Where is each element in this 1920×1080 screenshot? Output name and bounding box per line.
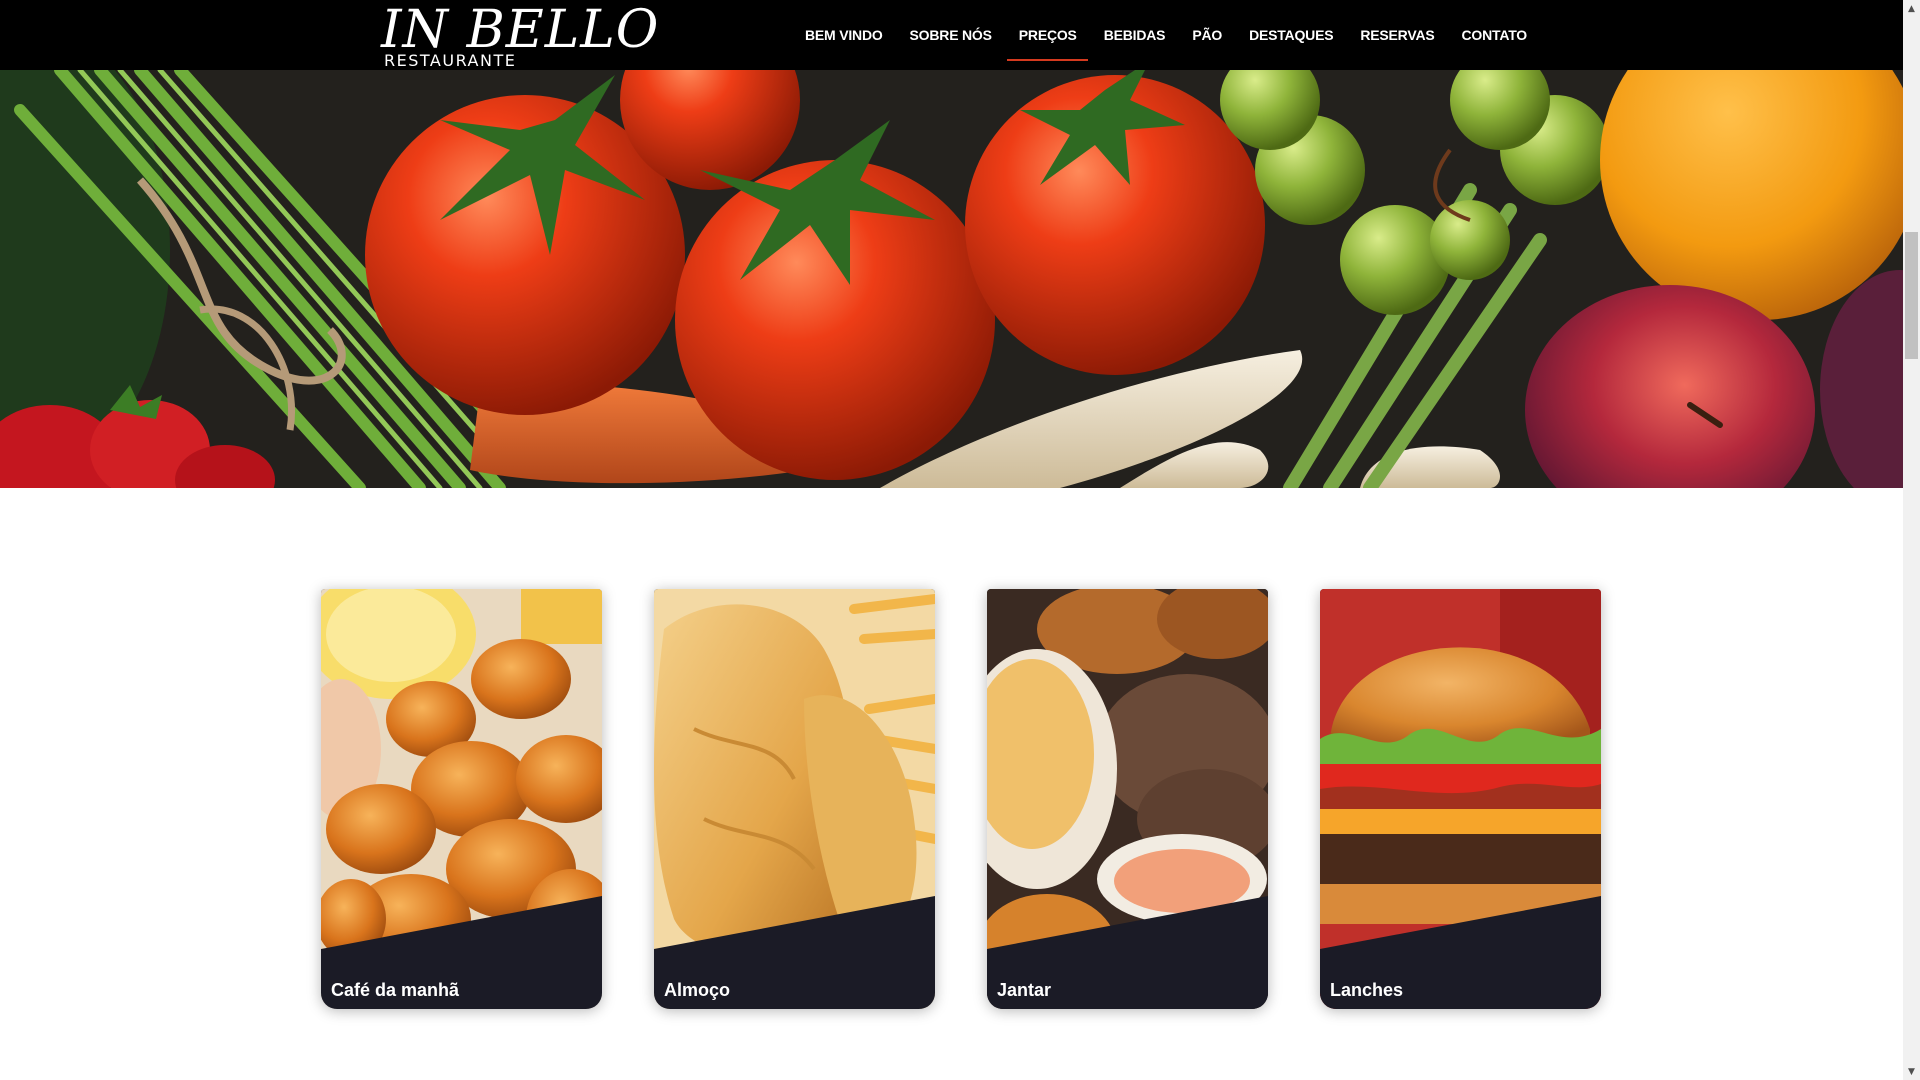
nav-item-pao[interactable]: PÃO bbox=[1178, 0, 1235, 70]
viewport: IN BELLO RESTAURANTE BEM VINDO SOBRE NÓS… bbox=[0, 0, 1903, 1080]
scrollbar-thumb[interactable] bbox=[1905, 232, 1918, 359]
nav-item-reservas[interactable]: RESERVAS bbox=[1346, 0, 1447, 70]
card-label-jantar: Jantar bbox=[997, 980, 1052, 1000]
hero-banner bbox=[0, 70, 1903, 488]
card-label-cafe-da-manha: Café da manhã bbox=[331, 980, 460, 1000]
page: IN BELLO RESTAURANTE BEM VINDO SOBRE NÓS… bbox=[0, 0, 1920, 1080]
burger-image bbox=[1320, 589, 1601, 1009]
fried-fish-image bbox=[654, 589, 935, 1009]
hero-vegetables-image bbox=[0, 70, 1903, 488]
scroll-down-arrow-icon[interactable]: ▼ bbox=[1903, 1063, 1920, 1080]
nav-item-bem-vindo[interactable]: BEM VINDO bbox=[791, 0, 896, 70]
nav-item-sobre-nos[interactable]: SOBRE NÓS bbox=[896, 0, 1005, 70]
nav-item-bebidas[interactable]: BEBIDAS bbox=[1090, 0, 1179, 70]
logo-subtitle: RESTAURANTE bbox=[384, 51, 517, 70]
logo[interactable]: IN BELLO RESTAURANTE bbox=[381, 2, 658, 70]
card-jantar[interactable]: Jantar bbox=[987, 589, 1268, 1009]
card-label-almoco: Almoço bbox=[664, 980, 731, 1000]
scroll-up-arrow-icon[interactable]: ▲ bbox=[1903, 0, 1920, 17]
card-label-lanches: Lanches bbox=[1330, 980, 1404, 1000]
vertical-scrollbar[interactable]: ▲ ▼ bbox=[1903, 0, 1920, 1080]
logo-title: IN BELLO bbox=[381, 0, 660, 60]
nav-item-destaques[interactable]: DESTAQUES bbox=[1235, 0, 1346, 70]
nav-item-precos[interactable]: PREÇOS bbox=[1005, 0, 1090, 70]
site-header: IN BELLO RESTAURANTE BEM VINDO SOBRE NÓS… bbox=[0, 0, 1903, 70]
fried-shrimp-image bbox=[321, 589, 602, 1009]
fried-chicken-image bbox=[987, 589, 1268, 1009]
main-nav: BEM VINDO SOBRE NÓS PREÇOS BEBIDAS PÃO D… bbox=[791, 0, 1540, 70]
card-lanches[interactable]: Lanches bbox=[1320, 589, 1601, 1009]
card-cafe-da-manha[interactable]: Café da manhã bbox=[321, 589, 602, 1009]
menu-category-cards: Café da manhã Almoço Jantar Lanches bbox=[321, 589, 1601, 1011]
card-almoco[interactable]: Almoço bbox=[654, 589, 935, 1009]
nav-item-contato[interactable]: CONTATO bbox=[1448, 0, 1540, 70]
